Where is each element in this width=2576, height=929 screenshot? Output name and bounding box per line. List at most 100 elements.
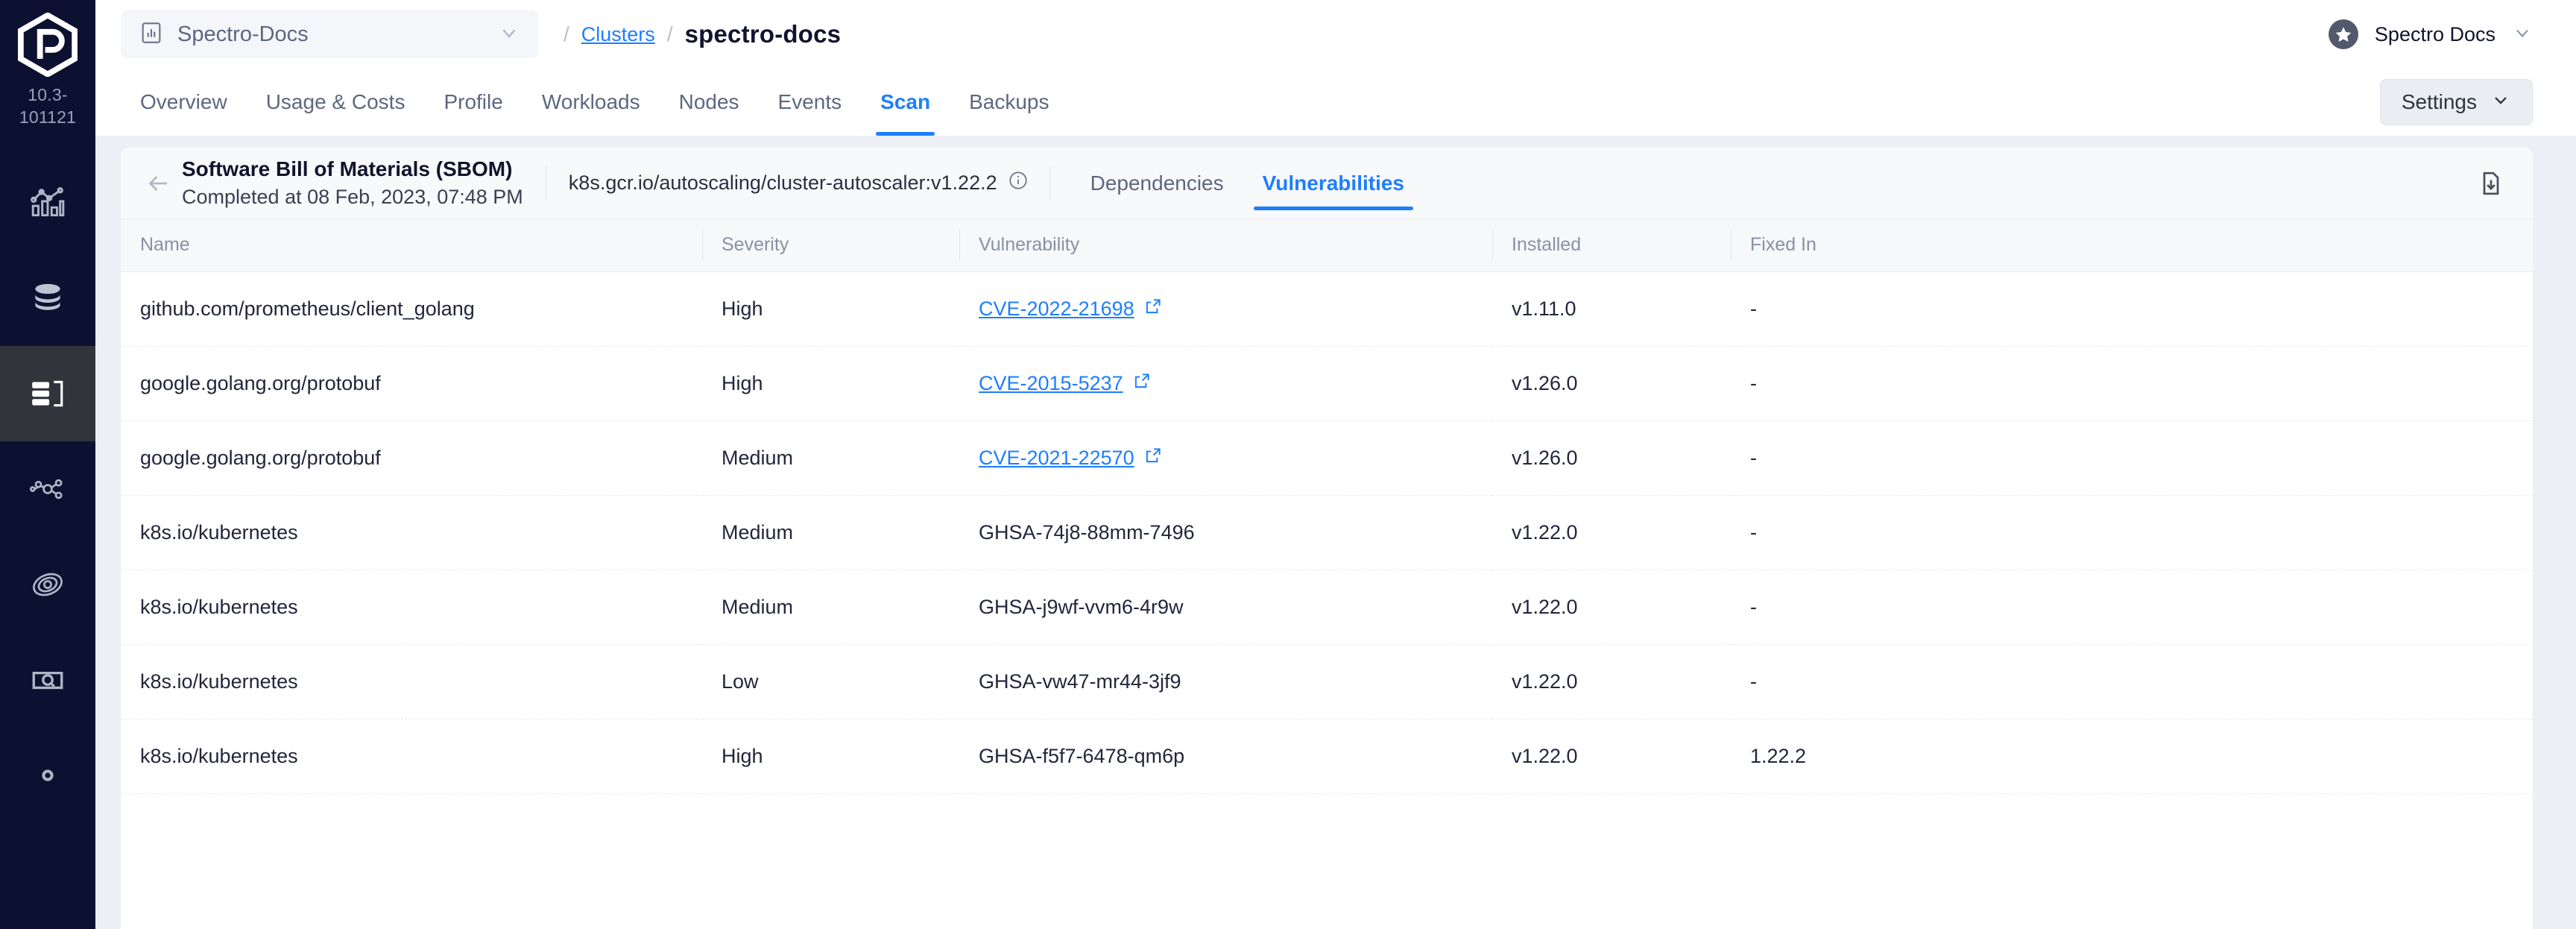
node-graph-icon	[29, 470, 66, 508]
tab-events[interactable]: Events	[759, 69, 862, 136]
cell-vulnerability: GHSA-f5f7-6478-qm6p	[959, 719, 1492, 794]
table-row[interactable]: k8s.io/kubernetes Medium GHSA-74j8-88mm-74…	[121, 495, 2533, 570]
user-menu[interactable]: Spectro Docs	[2328, 19, 2533, 49]
cell-vulnerability: CVE-2022-21698	[959, 271, 1492, 347]
cell-fixed-in: 1.22.2	[1731, 719, 2533, 794]
cell-installed: v1.26.0	[1492, 346, 1731, 421]
table-row[interactable]: k8s.io/kubernetes High GHSA-f5f7-6478-qm6p…	[121, 719, 2533, 794]
sidebar-item-clusters[interactable]	[0, 346, 95, 441]
topbar: Spectro-Docs / Clusters / spectro-docs S…	[95, 0, 2576, 69]
server-rack-icon	[29, 375, 66, 412]
table-row[interactable]: k8s.io/kubernetes Low GHSA-vw47-mr44-3jf9 v…	[121, 644, 2533, 719]
sbom-title: Software Bill of Materials (SBOM)	[182, 157, 513, 180]
cell-name: k8s.io/kubernetes	[121, 644, 702, 719]
cell-fixed-in: -	[1731, 346, 2533, 421]
subtab-dependencies[interactable]: Dependencies	[1071, 148, 1243, 219]
tab-nodes[interactable]: Nodes	[660, 69, 759, 136]
breadcrumb-current: spectro-docs	[684, 20, 842, 48]
table-row[interactable]: google.golang.org/protobuf Medium CVE-2021…	[121, 421, 2533, 496]
breadcrumb-separator-2: /	[666, 22, 673, 45]
cell-fixed-in: -	[1731, 271, 2533, 347]
column-header-fixed-in[interactable]: Fixed In	[1731, 219, 2533, 272]
table-row[interactable]: google.golang.org/protobuf High CVE-2015-5…	[121, 346, 2533, 421]
cluster-tabs-bar: Overview Usage & Costs Profile Workloads…	[95, 69, 2576, 136]
cell-fixed-in: -	[1731, 421, 2533, 496]
cell-installed: v1.11.0	[1492, 271, 1731, 347]
spectro-cloud-logo-icon[interactable]	[13, 10, 82, 79]
search-doc-icon	[29, 661, 66, 699]
cell-name: k8s.io/kubernetes	[121, 719, 702, 794]
project-selector[interactable]: Spectro-Docs	[121, 10, 538, 58]
cell-severity: High	[702, 271, 959, 347]
breadcrumb-link-clusters[interactable]: Clusters	[581, 23, 655, 46]
subtab-vulnerabilities[interactable]: Vulnerabilities	[1243, 148, 1424, 219]
table-row[interactable]: github.com/prometheus/client_golang High C…	[121, 271, 2533, 347]
sidebar: 10.3-101121	[0, 0, 95, 929]
orbit-icon	[29, 566, 66, 603]
tab-backups[interactable]: Backups	[950, 69, 1068, 136]
chevron-down-icon	[2490, 89, 2511, 116]
content-area: Software Bill of Materials (SBOM) Comple…	[95, 136, 2576, 929]
cell-vulnerability: CVE-2021-22570	[959, 421, 1492, 496]
chevron-down-icon[interactable]	[2512, 22, 2533, 47]
cell-vulnerability: GHSA-vw47-mr44-3jf9	[959, 644, 1492, 719]
settings-button[interactable]: Settings	[2379, 79, 2533, 125]
tab-workloads[interactable]: Workloads	[523, 69, 660, 136]
main-area: Spectro-Docs / Clusters / spectro-docs S…	[95, 0, 2576, 929]
user-name-label: Spectro Docs	[2374, 22, 2496, 45]
sidebar-version-label: 10.3-101121	[19, 85, 77, 127]
cell-installed: v1.26.0	[1492, 421, 1731, 496]
info-circle-icon[interactable]	[1008, 170, 1029, 196]
cell-severity: High	[702, 346, 959, 421]
cell-installed: v1.22.0	[1492, 495, 1731, 570]
cell-installed: v1.22.0	[1492, 570, 1731, 645]
chevron-down-icon	[498, 22, 520, 48]
vulnerability-link[interactable]: CVE-2015-5237	[979, 371, 1152, 396]
cell-fixed-in: -	[1731, 644, 2533, 719]
column-header-name[interactable]: Name	[121, 219, 702, 272]
table-header-row: Name Severity Vulnerability Installed Fi…	[121, 219, 2533, 272]
sbom-title-block: Software Bill of Materials (SBOM) Comple…	[182, 157, 523, 209]
cell-severity: Medium	[702, 421, 959, 496]
table-row[interactable]: k8s.io/kubernetes Medium GHSA-j9wf-vvm6-4r…	[121, 570, 2533, 645]
column-header-severity[interactable]: Severity	[702, 219, 959, 272]
column-header-installed[interactable]: Installed	[1492, 219, 1731, 272]
sidebar-nav	[0, 155, 95, 823]
cell-name: google.golang.org/protobuf	[121, 346, 702, 421]
sidebar-item-audit-logs[interactable]	[0, 632, 95, 728]
vulnerability-link[interactable]: CVE-2021-22570	[979, 446, 1163, 470]
chart-square-icon	[139, 20, 164, 49]
image-reference: k8s.gcr.io/autoscaling/cluster-autoscale…	[569, 170, 1029, 196]
star-icon[interactable]	[2328, 19, 2358, 49]
sidebar-item-cluster-profiles[interactable]	[0, 441, 95, 537]
settings-button-label: Settings	[2401, 90, 2477, 113]
tab-profile[interactable]: Profile	[424, 69, 522, 136]
cell-name: k8s.io/kubernetes	[121, 495, 702, 570]
sbom-panel-header: Software Bill of Materials (SBOM) Comple…	[121, 148, 2533, 219]
external-link-icon	[1132, 371, 1152, 396]
cluster-tabs: Overview Usage & Costs Profile Workloads…	[121, 69, 1068, 136]
vulnerability-id: GHSA-74j8-88mm-7496	[979, 520, 1195, 544]
vulnerability-link[interactable]: CVE-2022-21698	[979, 297, 1163, 321]
sidebar-item-dashboard[interactable]	[0, 155, 95, 251]
arrow-left-icon[interactable]	[137, 170, 179, 197]
cell-fixed-in: -	[1731, 495, 2533, 570]
cell-name: google.golang.org/protobuf	[121, 421, 702, 496]
column-header-vulnerability[interactable]: Vulnerability	[959, 219, 1492, 272]
cell-vulnerability: CVE-2015-5237	[959, 346, 1492, 421]
table-header: Name Severity Vulnerability Installed Fi…	[121, 219, 2533, 272]
file-download-icon[interactable]	[2470, 163, 2512, 204]
tab-overview[interactable]: Overview	[121, 69, 247, 136]
sidebar-item-settings[interactable]	[0, 728, 95, 823]
sidebar-item-packs-registries[interactable]	[0, 537, 95, 632]
vulnerability-id: GHSA-j9wf-vvm6-4r9w	[979, 595, 1184, 618]
cell-installed: v1.22.0	[1492, 644, 1731, 719]
external-link-icon	[1143, 297, 1163, 321]
breadcrumb: / Clusters / spectro-docs	[564, 20, 841, 48]
cell-fixed-in: -	[1731, 570, 2533, 645]
tab-usage-costs[interactable]: Usage & Costs	[247, 69, 425, 136]
cell-severity: Medium	[702, 495, 959, 570]
sidebar-item-projects[interactable]	[0, 251, 95, 346]
cell-vulnerability: GHSA-j9wf-vvm6-4r9w	[959, 570, 1492, 645]
tab-scan[interactable]: Scan	[861, 69, 950, 136]
